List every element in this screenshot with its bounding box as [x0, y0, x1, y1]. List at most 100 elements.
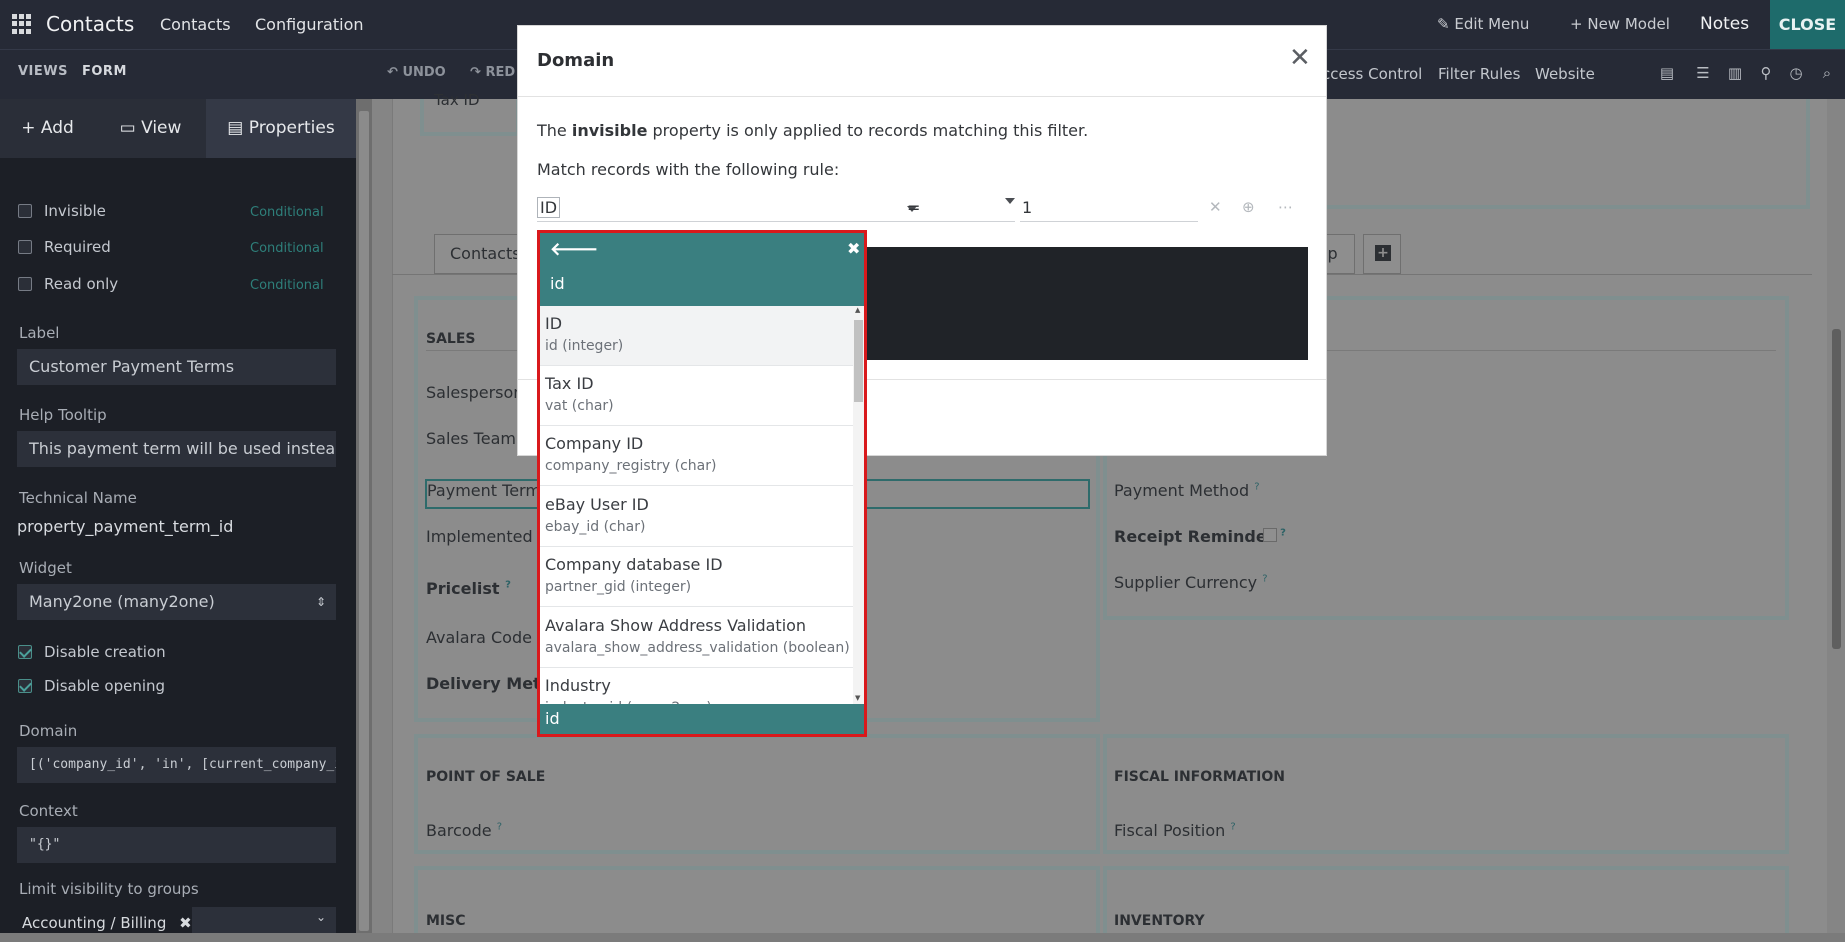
- widget-select[interactable]: Many2one (many2one) ⇕: [17, 584, 336, 620]
- invisible-checkbox[interactable]: [18, 204, 32, 218]
- delete-rule-icon[interactable]: ✕: [1209, 198, 1222, 216]
- field-type: vat (char): [545, 398, 614, 414]
- tax-id-label: Tax ID: [434, 91, 480, 109]
- notes-button[interactable]: Notes: [1700, 14, 1749, 34]
- description-property: invisible: [571, 121, 648, 140]
- scroll-thumb[interactable]: [854, 320, 863, 402]
- group-tag-label: Accounting / Billing: [22, 914, 167, 932]
- add-rule-icon[interactable]: ⊕: [1242, 198, 1255, 216]
- receipt-reminder-checkbox[interactable]: [1263, 528, 1277, 542]
- new-model-button[interactable]: + New Model: [1570, 15, 1670, 33]
- tab-add[interactable]: + Add: [0, 99, 95, 158]
- new-model-label: New Model: [1587, 15, 1670, 33]
- back-arrow-icon[interactable]: 🡐: [550, 239, 598, 260]
- list-item[interactable]: Avalara Show Address Validation avalara_…: [540, 608, 853, 668]
- invisible-conditional-link[interactable]: Conditional: [250, 205, 324, 220]
- field-selector-popover: 🡐 ✖ id ID id (integer) Tax ID vat (char)…: [537, 230, 867, 737]
- form-view-icon[interactable]: ▤: [1658, 64, 1676, 82]
- groups-select[interactable]: ⌄: [192, 907, 336, 933]
- sidebar-scrollbar[interactable]: [356, 99, 372, 933]
- menu-contacts[interactable]: Contacts: [160, 15, 231, 34]
- chevron-down-icon: ⌄: [315, 910, 326, 924]
- required-checkbox[interactable]: [18, 240, 32, 254]
- required-label: Required: [44, 238, 111, 256]
- undo-label: UNDO: [402, 65, 446, 80]
- kanban-view-icon[interactable]: ▥: [1726, 64, 1744, 82]
- required-conditional-link[interactable]: Conditional: [250, 241, 324, 256]
- close-icon[interactable]: ✖: [847, 239, 860, 258]
- close-studio-button[interactable]: CLOSE: [1770, 0, 1845, 49]
- more-options-icon[interactable]: ⋯: [1278, 198, 1293, 216]
- redo-button[interactable]: ↷ RED: [470, 65, 515, 80]
- receipt-reminder-label: Receipt Reminder ?: [1114, 527, 1286, 546]
- tab-properties-label: Properties: [248, 118, 335, 138]
- access-control-link[interactable]: ccess Control: [1322, 65, 1422, 83]
- menu-configuration[interactable]: Configuration: [255, 15, 364, 34]
- dialog-header: Domain ✕: [518, 26, 1326, 97]
- list-item[interactable]: Company database ID partner_gid (integer…: [540, 547, 853, 607]
- field-type: company_registry (char): [545, 458, 717, 474]
- scroll-up-icon[interactable]: ▲: [855, 306, 860, 314]
- sidebar-tabs: + Add ▭ View ▤ Properties: [0, 99, 356, 158]
- apps-menu-icon[interactable]: [12, 14, 32, 34]
- tab-view[interactable]: ▭ View: [95, 99, 206, 158]
- remove-tag-icon[interactable]: ✖: [179, 914, 192, 932]
- technical-name-title: Technical Name: [19, 489, 137, 507]
- value-input[interactable]: 1: [1020, 194, 1198, 222]
- context-input[interactable]: "{}": [17, 827, 336, 863]
- inventory-group-box: [1103, 866, 1789, 942]
- readonly-label: Read only: [44, 275, 119, 293]
- avalara-code-label: Avalara Code ?: [426, 628, 542, 647]
- search-icon[interactable]: ⌕: [1818, 64, 1836, 82]
- scroll-down-icon[interactable]: ▼: [855, 694, 860, 702]
- readonly-checkbox[interactable]: [18, 277, 32, 291]
- sales-heading: SALES: [426, 331, 476, 347]
- field-path-selector[interactable]: ID: [537, 194, 917, 222]
- fiscal-position-label: Fiscal Position ?: [1114, 821, 1236, 840]
- tab-properties[interactable]: ▤ Properties: [206, 99, 356, 158]
- tab-add-label: Add: [40, 118, 74, 138]
- undo-button[interactable]: ↶ UNDO: [387, 65, 446, 80]
- list-item[interactable]: Tax ID vat (char): [540, 366, 853, 426]
- implemented-by-label: Implemented b: [426, 527, 548, 546]
- map-view-icon[interactable]: ⚲: [1757, 64, 1775, 82]
- list-item[interactable]: ID id (integer): [540, 306, 853, 366]
- disable-opening-checkbox[interactable]: [18, 679, 32, 693]
- invisible-label: Invisible: [44, 202, 106, 220]
- edit-menu-button[interactable]: ✎ Edit Menu: [1437, 15, 1529, 33]
- add-tab-button[interactable]: +: [1363, 234, 1401, 274]
- list-item[interactable]: Company ID company_registry (char): [540, 426, 853, 486]
- list-view-icon[interactable]: ☰: [1694, 64, 1712, 82]
- operator-select[interactable]: =: [905, 194, 1015, 222]
- dialog-description: The invisible property is only applied t…: [537, 121, 1088, 140]
- breadcrumb-views[interactable]: VIEWS: [18, 64, 68, 79]
- inventory-heading: INVENTORY: [1114, 913, 1205, 929]
- tab-contacts-form[interactable]: Contacts: [434, 234, 524, 274]
- website-link[interactable]: Website: [1535, 65, 1595, 83]
- main-scrollbar[interactable]: [1828, 99, 1845, 933]
- field-search-input[interactable]: id: [550, 274, 565, 293]
- label-input[interactable]: Customer Payment Terms: [17, 349, 336, 385]
- field-list-scrollbar[interactable]: ▲ ▼: [853, 306, 864, 704]
- breadcrumb-form: FORM: [82, 64, 127, 79]
- disable-creation-label: Disable creation: [44, 643, 166, 661]
- misc-heading: MISC: [426, 913, 466, 929]
- filter-rules-link[interactable]: Filter Rules: [1438, 65, 1520, 83]
- chevron-updown-icon: ⇕: [315, 595, 326, 609]
- help-tooltip-input[interactable]: This payment term will be used instead o: [17, 431, 336, 467]
- tab-view-label: View: [141, 118, 182, 138]
- edit-menu-label: Edit Menu: [1454, 15, 1530, 33]
- field-type: partner_gid (integer): [545, 579, 692, 595]
- field-name: Tax ID: [545, 374, 594, 393]
- field-name: eBay User ID: [545, 495, 649, 514]
- readonly-conditional-link[interactable]: Conditional: [250, 278, 324, 293]
- disable-creation-checkbox[interactable]: [18, 645, 32, 659]
- close-icon[interactable]: ✕: [1289, 45, 1311, 71]
- app-name[interactable]: Contacts: [46, 12, 134, 36]
- value-text: 1: [1022, 198, 1033, 217]
- avalara-text: Avalara Code: [426, 628, 532, 647]
- list-item[interactable]: eBay User ID ebay_id (char): [540, 487, 853, 547]
- activity-view-icon[interactable]: ◷: [1787, 64, 1805, 82]
- domain-input[interactable]: [('company_id', 'in', [current_company_i…: [17, 747, 336, 783]
- list-item[interactable]: Industry industry_id (many2one): [540, 668, 853, 704]
